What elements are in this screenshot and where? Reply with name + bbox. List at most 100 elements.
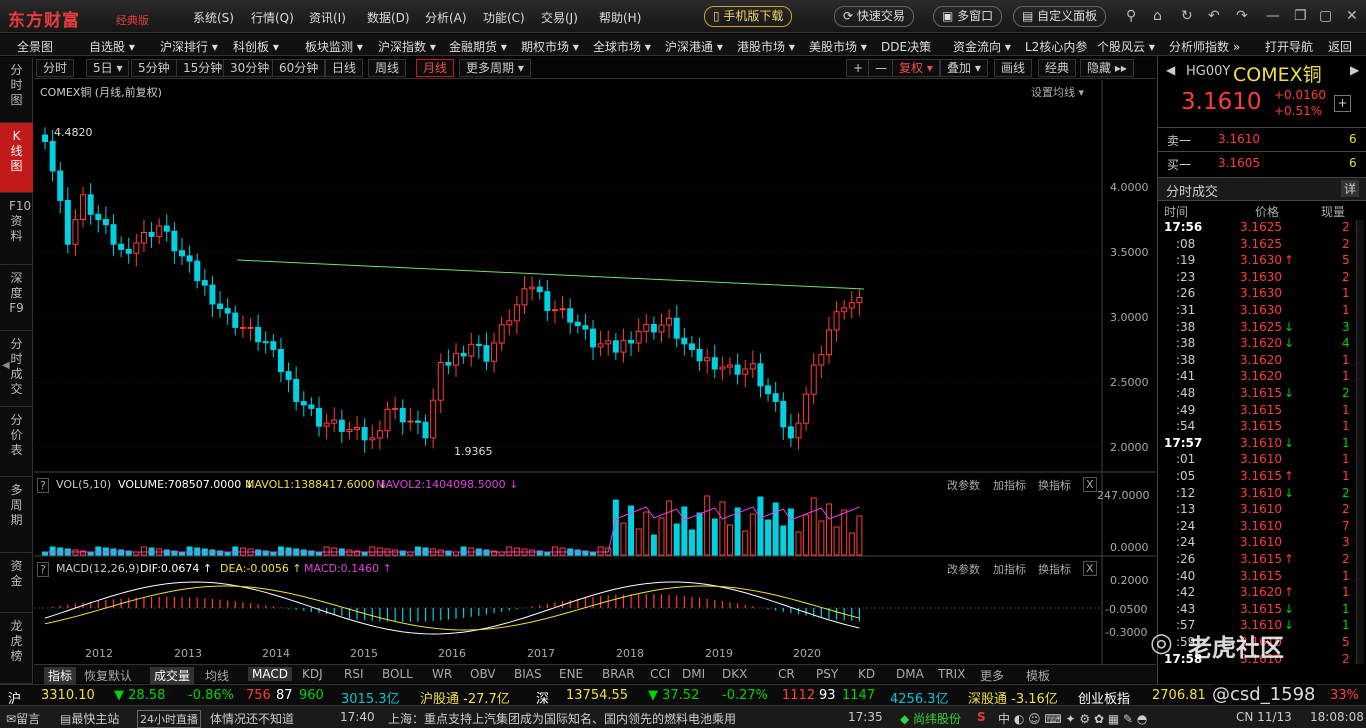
- mobile-download-button[interactable]: ▯ 手机版下载: [704, 6, 793, 27]
- news-ticker-1[interactable]: 体情况还不知道: [210, 710, 294, 727]
- nav-hk-market[interactable]: 港股市场 ▾: [737, 38, 795, 55]
- indicator-tab[interactable]: KDJ: [302, 667, 323, 681]
- indicator-tab[interactable]: BRAR: [602, 667, 635, 681]
- hide-panel-button[interactable]: 隐藏 ▸▸: [1080, 59, 1134, 77]
- indicator-tab[interactable]: ENE: [559, 667, 583, 681]
- indicator-tab[interactable]: 指标: [44, 667, 77, 684]
- indicator-tab[interactable]: RSI: [344, 667, 364, 681]
- nav-sh-sz-index[interactable]: 沪深指数 ▾: [378, 38, 436, 55]
- indicator-tab[interactable]: KD: [858, 667, 875, 681]
- indicator-tab[interactable]: 更多: [980, 667, 1004, 684]
- classic-button[interactable]: 经典: [1038, 59, 1077, 77]
- tab-f10[interactable]: F10资料: [0, 193, 33, 265]
- indicator-tab[interactable]: PSY: [816, 667, 838, 681]
- tab-kline[interactable]: K线图: [0, 123, 33, 193]
- restore-icon[interactable]: ❐: [1294, 8, 1307, 24]
- nav-sh-sz-rank[interactable]: 沪深排行 ▾: [160, 38, 218, 55]
- nav-options[interactable]: 期权市场 ▾: [521, 38, 579, 55]
- chart-canvas[interactable]: [34, 80, 1156, 664]
- indicator-tab[interactable]: BOLL: [382, 667, 413, 681]
- menu-functions[interactable]: 功能(C): [483, 9, 525, 26]
- tab-depth-f9[interactable]: 深度F9: [0, 265, 33, 331]
- minimize-icon[interactable]: —: [1266, 8, 1280, 24]
- nav-sector-monitor[interactable]: 板块监测 ▾: [305, 38, 363, 55]
- period-weekly[interactable]: 周线: [368, 59, 407, 77]
- indicator-tab[interactable]: DKX: [722, 667, 747, 681]
- nav-watchlist[interactable]: 自选股 ▾: [89, 38, 135, 55]
- menu-quotes[interactable]: 行情(Q): [251, 9, 294, 26]
- indicator-tab[interactable]: 恢复默认: [84, 667, 132, 684]
- tab-intraday[interactable]: 分时图: [0, 57, 33, 123]
- menu-data[interactable]: 数据(D): [367, 9, 410, 26]
- nav-financial-futures[interactable]: 金融期货 ▾: [449, 38, 507, 55]
- indicator-tab[interactable]: BIAS: [514, 667, 542, 681]
- restore-rights-dropdown[interactable]: 复权 ▾: [892, 59, 940, 77]
- search-icon[interactable]: ⚲: [1126, 8, 1136, 24]
- tab-capital[interactable]: 资金: [0, 553, 33, 613]
- stock-alert[interactable]: ◆ 尚纬股份: [900, 710, 961, 727]
- menu-help[interactable]: 帮助(H): [599, 9, 641, 26]
- vol-swap-indicator-button[interactable]: 换指标: [1038, 477, 1071, 493]
- indicator-tab[interactable]: OBV: [470, 667, 496, 681]
- nav-l2-insight[interactable]: L2核心内参: [1025, 38, 1087, 55]
- vol-change-params-button[interactable]: 改参数: [947, 477, 980, 493]
- vol-add-indicator-button[interactable]: 加指标: [993, 477, 1026, 493]
- macd-help-icon[interactable]: ?: [37, 562, 49, 577]
- indicator-tab[interactable]: MACD: [248, 667, 292, 681]
- ma-setting-dropdown[interactable]: 设置均线 ▾: [1031, 84, 1084, 100]
- indicator-tab[interactable]: DMA: [896, 667, 924, 681]
- trend-line[interactable]: [236, 259, 865, 290]
- nav-stock-news[interactable]: 个股风云 ▾: [1097, 38, 1155, 55]
- indicator-tab[interactable]: 成交量: [150, 667, 195, 684]
- add-watchlist-icon[interactable]: +: [1334, 95, 1351, 112]
- period-15min[interactable]: 15分钟: [176, 59, 230, 77]
- nav-fund-flow[interactable]: 资金流向 ▾: [953, 38, 1011, 55]
- tab-dragon-tiger[interactable]: 龙虎榜: [0, 613, 33, 684]
- period-intraday[interactable]: 分时: [36, 59, 75, 77]
- prev-symbol-icon[interactable]: ◀: [1166, 63, 1175, 77]
- draw-line-button[interactable]: 画线: [994, 59, 1033, 77]
- period-5day[interactable]: 5日 ▾: [86, 59, 130, 77]
- collapse-arrow-icon[interactable]: ◀: [2, 360, 10, 371]
- refresh-icon[interactable]: ↻: [1181, 8, 1193, 24]
- period-60min[interactable]: 60分钟: [272, 59, 326, 77]
- next-symbol-icon[interactable]: ▶: [1350, 63, 1359, 77]
- custom-panel-button[interactable]: ▤ 自定义面板: [1013, 6, 1107, 27]
- ime-icon[interactable]: S: [977, 710, 986, 724]
- overlay-dropdown[interactable]: 叠加 ▾: [940, 59, 988, 77]
- close-icon[interactable]: ✕: [1346, 8, 1358, 24]
- ticks-detail-button[interactable]: 详: [1341, 180, 1360, 197]
- home-icon[interactable]: ⌂: [1153, 8, 1162, 24]
- indicator-tab[interactable]: WR: [432, 667, 452, 681]
- nav-dde[interactable]: DDE决策: [881, 38, 931, 55]
- nav-stock-connect[interactable]: 沪深港通 ▾: [665, 38, 723, 55]
- macd-close-icon[interactable]: X: [1083, 561, 1097, 576]
- news-ticker-2[interactable]: 上海：重点支持上汽集团成为国际知名、国内领先的燃料电池乘用: [388, 710, 736, 727]
- nav-global-markets[interactable]: 全球市场 ▾: [593, 38, 651, 55]
- menu-system[interactable]: 系统(S): [193, 9, 234, 26]
- vol-close-icon[interactable]: X: [1083, 477, 1097, 492]
- quick-trade-button[interactable]: ⟳ 快速交易: [834, 6, 914, 27]
- sh-index-value[interactable]: 3310.10: [41, 688, 95, 703]
- macd-swap-indicator-button[interactable]: 换指标: [1038, 561, 1071, 577]
- tab-multi-period[interactable]: 多周期: [0, 477, 33, 553]
- host-button[interactable]: ▤最快主站: [60, 710, 119, 727]
- ticks-scrollbar[interactable]: [1356, 220, 1364, 664]
- indicator-tab[interactable]: 均线: [205, 667, 229, 684]
- indicator-tab[interactable]: TRIX: [938, 667, 965, 681]
- nav-analyst-index[interactable]: 分析师指数 »: [1169, 38, 1240, 55]
- indicator-tab[interactable]: CCI: [650, 667, 670, 681]
- cyb-value[interactable]: 2706.81: [1152, 688, 1206, 703]
- macd-change-params-button[interactable]: 改参数: [947, 561, 980, 577]
- nav-panorama[interactable]: 全景图: [17, 38, 53, 55]
- tab-price-table[interactable]: 分价表: [0, 407, 33, 477]
- nav-back[interactable]: 返回: [1328, 38, 1352, 55]
- multi-window-button[interactable]: ▣ 多窗口: [933, 6, 1003, 27]
- period-5min[interactable]: 5分钟: [131, 59, 177, 77]
- menu-analysis[interactable]: 分析(A): [425, 9, 467, 26]
- indicator-tab[interactable]: 模板: [1026, 667, 1050, 684]
- live-24h-button[interactable]: 24小时直播: [137, 710, 201, 728]
- tray-icons[interactable]: 中 ◐ ☺ ⌨ ✦ ⚙ ✿ ▦ ✎ ◓: [998, 710, 1147, 727]
- menu-news[interactable]: 资讯(I): [309, 9, 346, 26]
- vol-help-icon[interactable]: ?: [37, 478, 49, 493]
